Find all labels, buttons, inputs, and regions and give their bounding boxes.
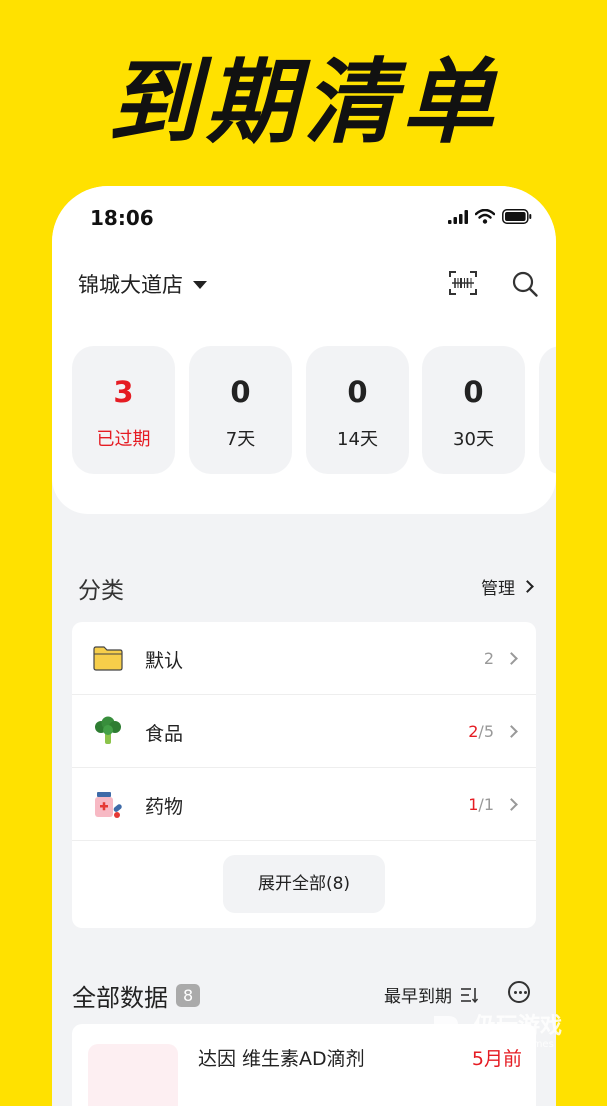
sort-label: 最早到期 <box>384 987 452 1007</box>
all-data-title: 全部数据 <box>72 984 168 1012</box>
medicine-icon <box>95 792 122 818</box>
top-card: 18:06 锦城大道店 3 已过期 0 7天 0 14天 0 30天 <box>52 186 556 514</box>
stat-14-days[interactable]: 0 14天 <box>306 346 409 474</box>
item-thumbnail <box>88 1044 178 1106</box>
stat-label: 7天 <box>225 429 256 450</box>
chevron-right-icon <box>521 580 534 593</box>
count-badge: 8 <box>176 984 201 1007</box>
broccoli-icon <box>95 716 121 744</box>
chevron-right-icon <box>505 652 518 665</box>
stat-count: 0 <box>347 375 368 409</box>
phone-screen: 18:06 锦城大道店 3 已过期 0 7天 0 14天 0 30天 分类 管理… <box>52 186 556 1106</box>
category-name: 药物 <box>145 796 184 818</box>
stat-label: 已过期 <box>96 429 151 450</box>
manage-button[interactable]: 管理 <box>481 574 534 599</box>
stat-30-days[interactable]: 0 30天 <box>422 346 525 474</box>
category-row-medicine[interactable]: 药物 1/1 <box>72 768 536 841</box>
chevron-right-icon <box>505 798 518 811</box>
watermark: 仍玩游戏 Renwan Games <box>428 1012 562 1052</box>
dot <box>518 991 522 994</box>
category-list: 默认 2 食品 2/5 药物 1/1 展开全部(8) <box>72 622 536 928</box>
barcode-scan-icon <box>449 271 477 295</box>
folder-icon <box>93 646 123 671</box>
stat-label: 14天 <box>337 429 378 450</box>
scan-button[interactable] <box>449 270 477 296</box>
all-data-header: 全部数据 8 <box>72 978 201 1013</box>
stat-count: 0 <box>463 375 484 409</box>
status-time: 18:06 <box>90 206 154 230</box>
category-row-default[interactable]: 默认 2 <box>72 622 536 695</box>
store-selector[interactable]: 锦城大道店 <box>78 269 207 299</box>
search-icon <box>512 271 538 297</box>
stat-count: 3 <box>113 375 134 409</box>
stat-expired[interactable]: 3 已过期 <box>72 346 175 474</box>
manage-label: 管理 <box>481 579 515 599</box>
categories-title: 分类 <box>78 578 124 604</box>
stat-count: 0 <box>230 375 251 409</box>
category-name: 默认 <box>145 650 184 672</box>
stat-label: 30天 <box>453 429 494 450</box>
stat-next-partial[interactable] <box>539 346 556 474</box>
status-icons <box>448 209 532 224</box>
item-name: 达因 维生素AD滴剂 <box>198 1048 365 1070</box>
watermark-subtext: Renwan Games <box>476 1038 554 1050</box>
stat-7-days[interactable]: 0 7天 <box>189 346 292 474</box>
signal-icon <box>448 209 468 224</box>
category-count: 2 <box>483 649 494 668</box>
watermark-text: 仍玩游戏 <box>474 1013 563 1039</box>
dot <box>513 991 517 994</box>
category-count: 2/5 <box>468 722 494 741</box>
watermark-logo-icon <box>434 1016 460 1048</box>
category-name: 食品 <box>145 723 184 745</box>
wifi-icon <box>475 209 495 224</box>
more-options-button[interactable] <box>508 981 530 1003</box>
dot <box>523 991 527 994</box>
promo-title: 到期清单 <box>107 49 500 156</box>
chevron-right-icon <box>505 725 518 738</box>
category-row-food[interactable]: 食品 2/5 <box>72 695 536 768</box>
sort-button[interactable]: 最早到期 <box>384 982 478 1007</box>
search-button[interactable] <box>511 270 539 298</box>
category-count: 1/1 <box>468 795 494 814</box>
store-name: 锦城大道店 <box>78 273 183 297</box>
caret-down-icon <box>193 281 207 289</box>
battery-icon <box>502 209 532 224</box>
sort-icon <box>461 987 478 1003</box>
expand-all-button[interactable]: 展开全部(8) <box>223 855 385 913</box>
